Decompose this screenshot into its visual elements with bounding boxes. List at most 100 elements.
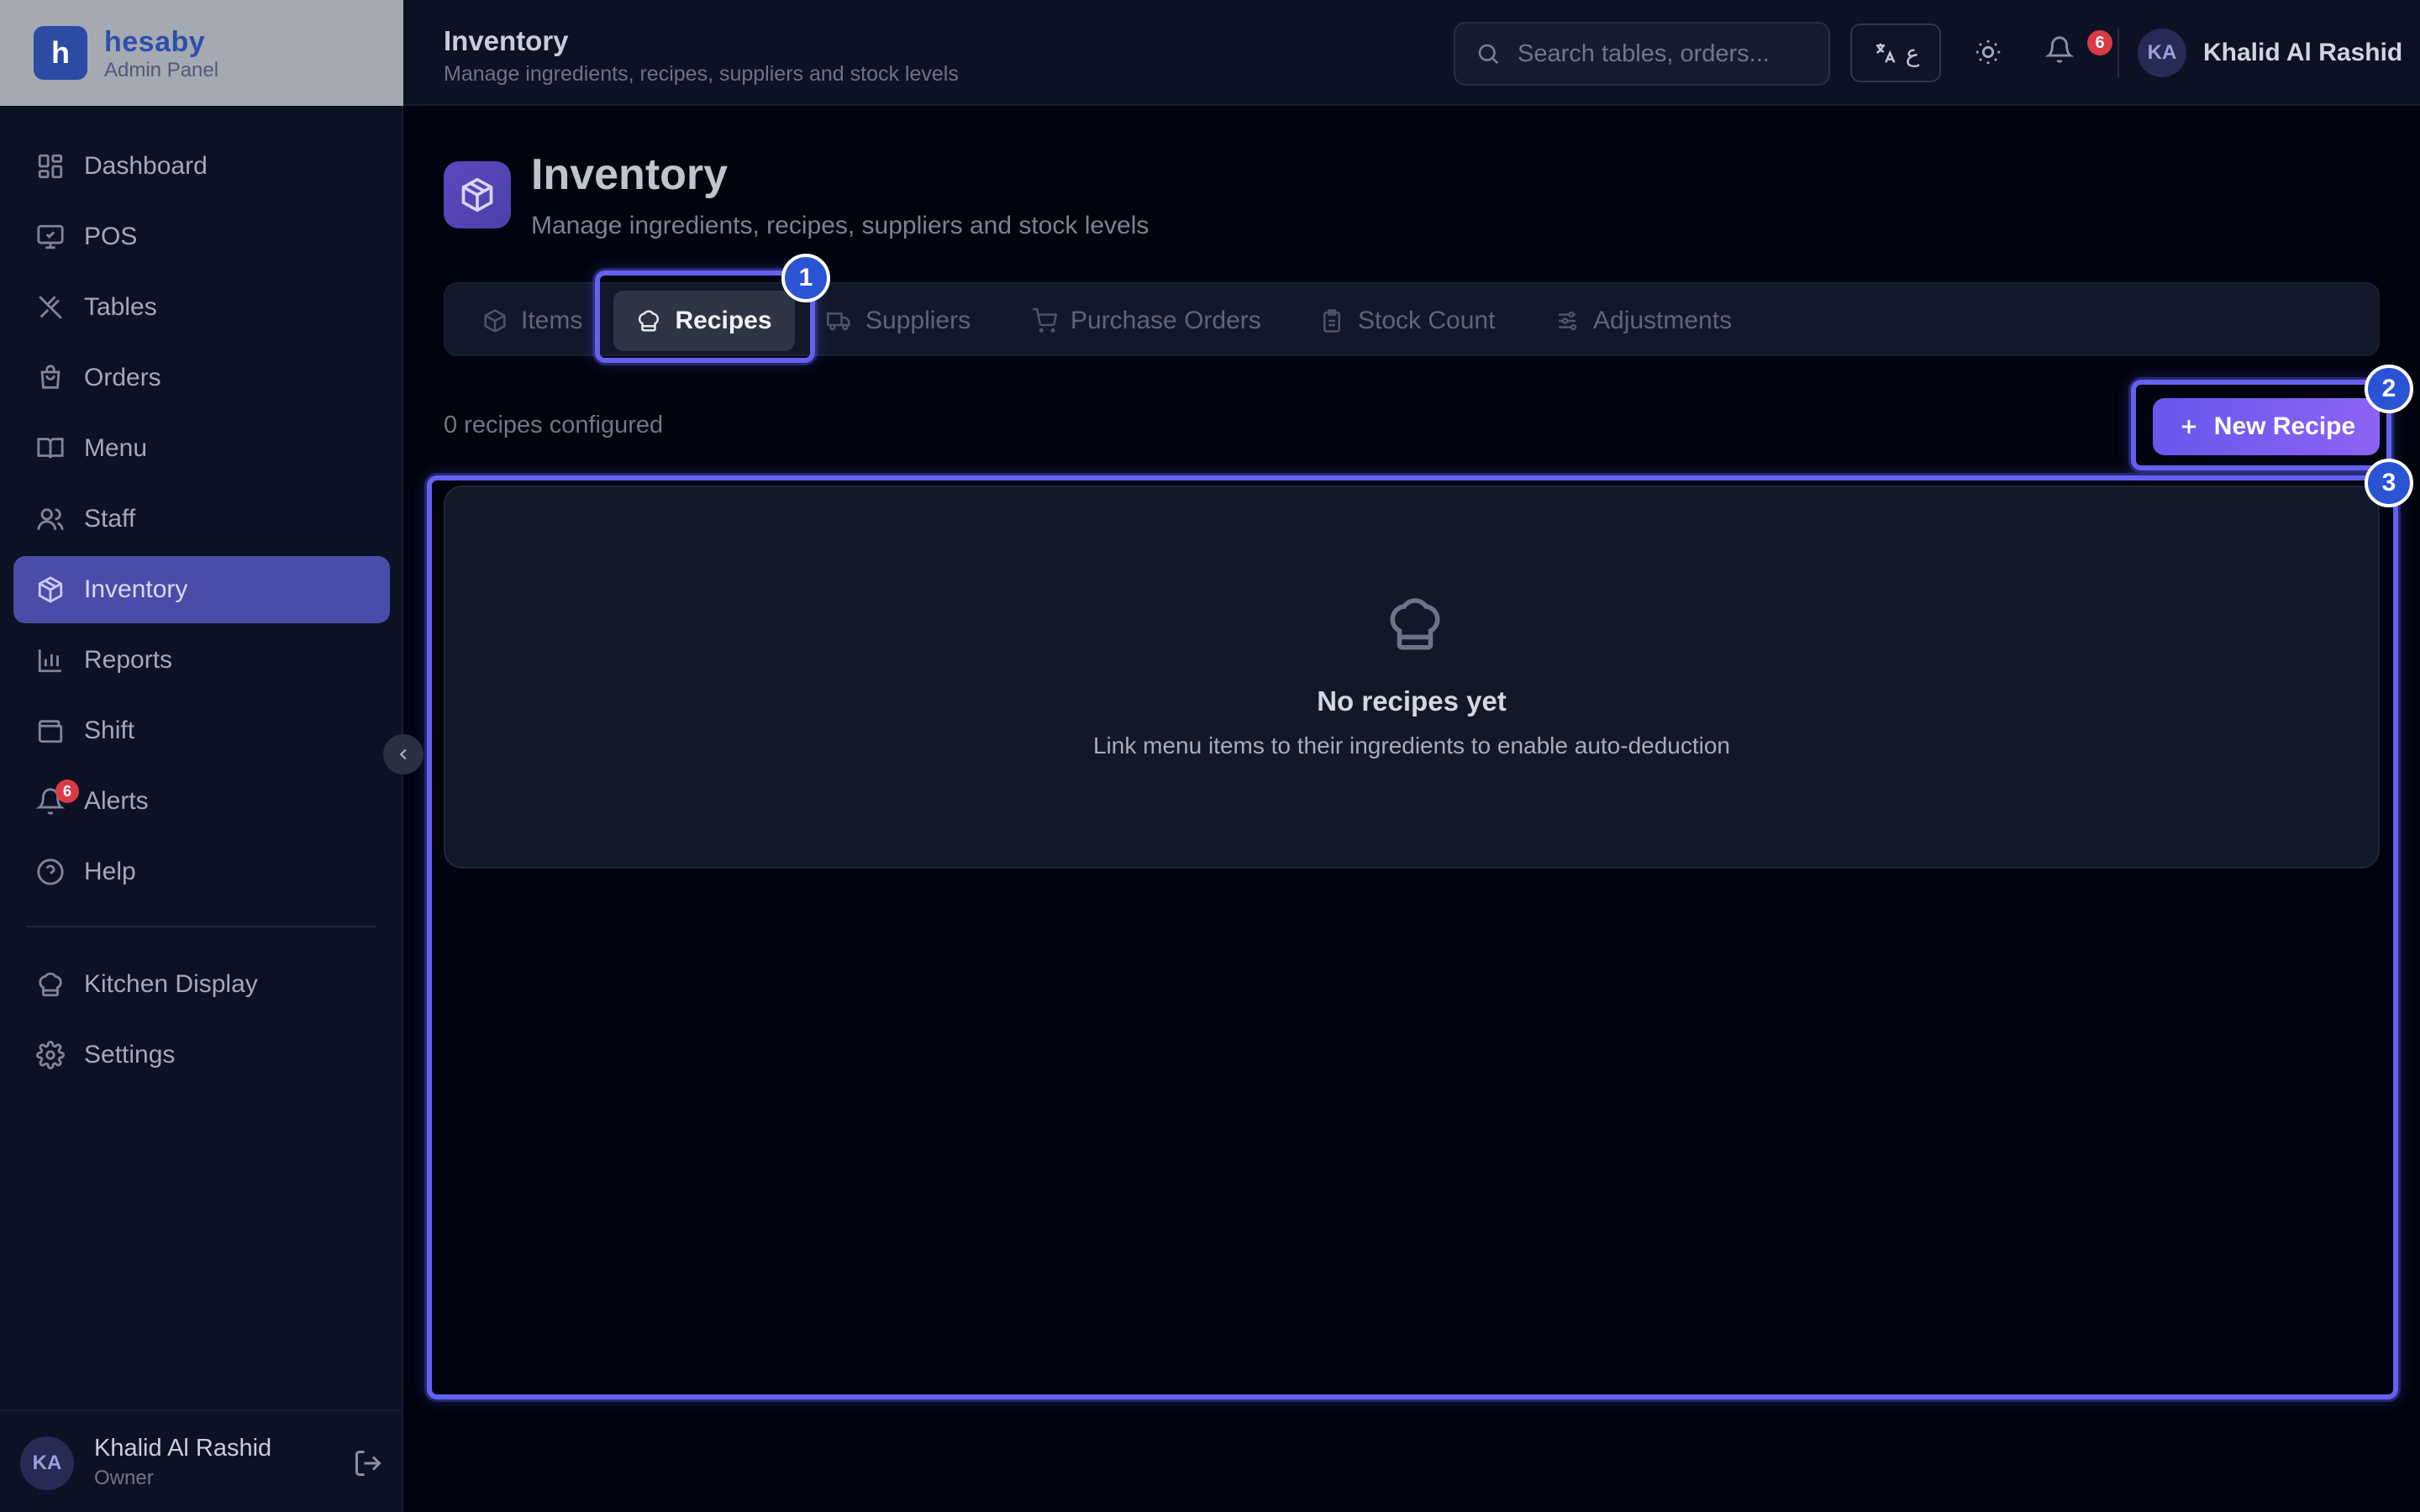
sidebar-item-help[interactable]: Help — [13, 838, 390, 906]
bell-icon — [2044, 36, 2075, 63]
sidebar-collapse-button[interactable] — [383, 734, 424, 774]
new-recipe-label: New Recipe — [2213, 412, 2356, 440]
brand-logo: h — [34, 26, 87, 80]
app-root: h hesaby Admin Panel Dashboard POS Table… — [0, 0, 2420, 1512]
page-subtitle: Manage ingredients, recipes, suppliers a… — [531, 212, 1150, 239]
help-circle-icon — [34, 855, 67, 889]
header-user-menu[interactable]: KA Khalid Al Rashid — [2138, 29, 2402, 77]
sidebar-item-label: Dashboard — [84, 152, 208, 180]
bell-icon: 6 — [34, 780, 79, 818]
sidebar-item-label: Staff — [84, 505, 136, 533]
sidebar-item-pos[interactable]: POS — [13, 203, 390, 270]
chef-hat-icon — [1384, 593, 1446, 655]
top-header: Inventory Manage ingredients, recipes, s… — [403, 0, 2420, 106]
sidebar-item-alerts[interactable]: 6 Alerts — [13, 768, 390, 835]
highlight-marker-1: 1 — [781, 254, 830, 302]
sidebar-divider — [27, 926, 376, 927]
sidebar: h hesaby Admin Panel Dashboard POS Table… — [0, 0, 403, 1512]
sidebar-item-dashboard[interactable]: Dashboard — [13, 133, 390, 200]
search-input[interactable] — [1518, 39, 1820, 68]
sidebar-user-role: Owner — [94, 1467, 154, 1489]
sidebar-item-staff[interactable]: Staff — [13, 486, 390, 553]
cart-icon — [1033, 308, 1057, 333]
wallet-icon — [34, 714, 67, 748]
language-label: ع — [1905, 39, 1920, 66]
brand-subtitle: Admin Panel — [104, 59, 219, 81]
header-subtitle: Manage ingredients, recipes, suppliers a… — [444, 62, 959, 86]
tab-label: Stock Count — [1358, 307, 1496, 334]
sidebar-item-label: Tables — [84, 293, 157, 321]
brand-name: hesaby — [104, 26, 206, 58]
bag-icon — [34, 361, 67, 395]
book-icon — [34, 432, 67, 465]
sidebar-user-name: Khalid Al Rashid — [94, 1435, 272, 1462]
sidebar-item-label: Inventory — [84, 575, 188, 603]
sidebar-item-label: Alerts — [84, 787, 149, 815]
clipboard-icon — [1323, 309, 1340, 333]
sidebar-item-orders[interactable]: Orders — [13, 344, 390, 412]
sidebar-item-menu[interactable]: Menu — [13, 415, 390, 482]
page-icon — [444, 161, 511, 228]
sidebar-item-label: Settings — [84, 1041, 176, 1068]
page-title: Inventory — [531, 150, 729, 199]
monitor-icon — [34, 220, 67, 254]
brand[interactable]: h hesaby Admin Panel — [0, 0, 403, 106]
truck-icon — [827, 312, 850, 331]
language-toggle-button[interactable]: ع — [1850, 24, 1941, 82]
sun-icon — [1975, 39, 2001, 65]
header-divider — [2118, 29, 2119, 77]
empty-state-title: No recipes yet — [1317, 685, 1507, 717]
highlight-marker-3: 3 — [2365, 459, 2413, 507]
tab-label: Suppliers — [865, 307, 971, 334]
tab-suppliers[interactable]: Suppliers — [827, 291, 971, 351]
sidebar-item-label: Kitchen Display — [84, 970, 258, 998]
avatar[interactable]: KA — [20, 1436, 74, 1490]
alerts-badge: 6 — [55, 780, 79, 803]
highlight-marker-2: 2 — [2365, 365, 2413, 413]
theme-toggle-button[interactable] — [1968, 32, 2008, 72]
sidebar-item-reports[interactable]: Reports — [13, 627, 390, 694]
tab-purchase-orders[interactable]: Purchase Orders — [1032, 291, 1261, 351]
utensils-icon — [34, 291, 67, 324]
sliders-icon — [1559, 311, 1577, 331]
bar-chart-icon — [34, 643, 67, 677]
tab-adjustments[interactable]: Adjustments — [1555, 291, 1732, 351]
tab-label: Purchase Orders — [1071, 307, 1261, 334]
sidebar-item-label: Reports — [84, 646, 173, 674]
tab-stock-count[interactable]: Stock Count — [1319, 291, 1495, 351]
box-icon — [484, 309, 506, 333]
recipes-count: 0 recipes configured — [444, 412, 664, 438]
sidebar-item-shift[interactable]: Shift — [13, 697, 390, 764]
sidebar-item-tables[interactable]: Tables — [13, 274, 390, 341]
new-recipe-button[interactable]: New Recipe — [2153, 398, 2380, 455]
tab-recipes[interactable]: Recipes — [613, 291, 795, 351]
search-icon — [1478, 44, 1499, 65]
sidebar-item-label: Orders — [84, 364, 161, 391]
sidebar-item-label: Help — [84, 858, 136, 885]
tab-items[interactable]: Items — [476, 291, 589, 351]
header-title: Inventory — [444, 25, 569, 56]
users-icon — [34, 502, 67, 536]
notifications-button[interactable] — [2044, 35, 2082, 72]
avatar: KA — [2138, 29, 2186, 77]
chevron-left-icon — [399, 748, 407, 760]
dashboard-icon — [34, 150, 67, 183]
sidebar-item-label: POS — [84, 223, 138, 250]
chef-hat-icon — [34, 968, 67, 1001]
sidebar-item-label: Menu — [84, 434, 148, 462]
notifications-badge: 6 — [2087, 30, 2112, 55]
translate-icon — [1876, 43, 1896, 63]
empty-state-card: No recipes yet Link menu items to their … — [444, 486, 2380, 869]
tab-label: Adjustments — [1593, 307, 1733, 334]
logout-icon[interactable] — [353, 1448, 383, 1478]
chef-hat-icon — [639, 310, 660, 332]
sidebar-item-inventory[interactable]: Inventory — [13, 556, 390, 623]
tab-label: Items — [521, 307, 583, 334]
sidebar-nav: Dashboard POS Tables Orders Menu Staff I… — [13, 133, 390, 1092]
sidebar-item-settings[interactable]: Settings — [13, 1021, 390, 1089]
sidebar-item-label: Shift — [84, 717, 135, 744]
search-box[interactable] — [1454, 22, 1830, 86]
sidebar-item-kitchen-display[interactable]: Kitchen Display — [13, 951, 390, 1018]
empty-state-description: Link menu items to their ingredients to … — [1092, 732, 1731, 759]
tab-label: Recipes — [675, 307, 772, 334]
